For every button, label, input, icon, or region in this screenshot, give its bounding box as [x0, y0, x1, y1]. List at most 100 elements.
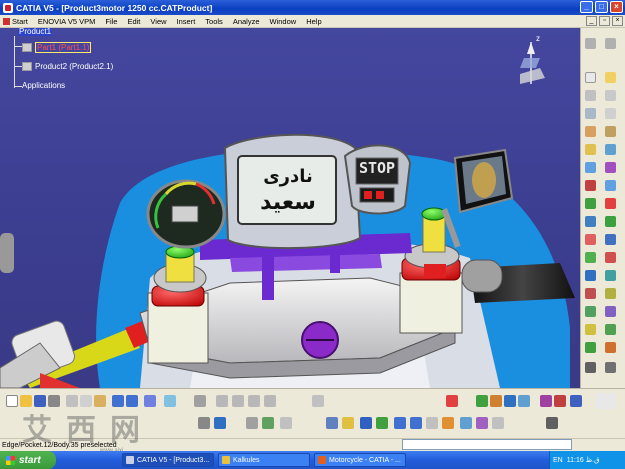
pocket-icon[interactable]: [605, 342, 616, 353]
split-icon[interactable]: [605, 306, 616, 317]
zoom-out-icon[interactable]: [410, 417, 422, 429]
points-icon[interactable]: [264, 395, 276, 407]
multi-instantiation-icon[interactable]: [605, 126, 616, 137]
sketcher-icon[interactable]: [216, 395, 228, 407]
hole-icon[interactable]: [605, 324, 616, 335]
tree-root-label: Product1: [18, 28, 53, 36]
graph-tree-icon[interactable]: [585, 180, 596, 191]
new-icon[interactable]: [6, 395, 18, 407]
catalog-icon[interactable]: [164, 395, 176, 407]
product-icon[interactable]: [585, 108, 596, 119]
link-icon[interactable]: [194, 395, 206, 407]
parameters-icon[interactable]: [262, 417, 274, 429]
snap-icon[interactable]: [585, 216, 596, 227]
tree-node-product2[interactable]: Product2 (Product2.1): [22, 62, 113, 71]
numbering-icon[interactable]: [605, 180, 616, 191]
swap-visible-icon[interactable]: [492, 417, 504, 429]
3d-viewport[interactable]: نادری سعید STOP z Product1 Part1 (Part1.…: [0, 28, 580, 388]
start-button[interactable]: start: [0, 451, 56, 469]
scene-icon[interactable]: [490, 395, 502, 407]
replace-icon[interactable]: [585, 162, 596, 173]
menu-insert[interactable]: Insert: [172, 17, 201, 26]
tree-node-part1[interactable]: Part1 (Part1.1): [22, 42, 92, 53]
normal-view-icon[interactable]: [426, 417, 438, 429]
measure-between-icon[interactable]: [570, 395, 582, 407]
menu-help[interactable]: Help: [301, 17, 326, 26]
menu-edit[interactable]: Edit: [122, 17, 145, 26]
grid-icon[interactable]: [446, 395, 458, 407]
doc-close-button[interactable]: ×: [612, 16, 623, 26]
sketch-icon[interactable]: [605, 38, 616, 49]
compass-widget: [520, 42, 545, 84]
close-button[interactable]: ×: [610, 1, 623, 13]
clash-icon[interactable]: [605, 362, 616, 373]
cursor-icon[interactable]: [585, 72, 596, 83]
doc-restore-button[interactable]: ▫: [599, 16, 610, 26]
zoom-in-icon[interactable]: [394, 417, 406, 429]
menu-analyze[interactable]: Analyze: [228, 17, 265, 26]
command-input[interactable]: [402, 439, 572, 450]
menu-bar: Start ENOVIA V5 VPM File Edit View Inser…: [0, 15, 625, 28]
sub-assembly-icon[interactable]: [605, 90, 616, 101]
maximize-button[interactable]: □: [595, 1, 608, 13]
change-constraint-icon[interactable]: [605, 288, 616, 299]
taskbar-item-motorcycle[interactable]: Motorcycle - CATIA - ...: [314, 453, 406, 467]
coincidence-constraint-icon[interactable]: [585, 252, 596, 263]
tree-node-product1[interactable]: Product1: [18, 28, 53, 36]
update-icon[interactable]: [585, 342, 596, 353]
distance-icon[interactable]: [518, 395, 530, 407]
fix-component-icon[interactable]: [585, 324, 596, 335]
reuse-pattern-icon[interactable]: [605, 216, 616, 227]
reorder-icon[interactable]: [605, 162, 616, 173]
bom-icon[interactable]: [476, 395, 488, 407]
fit-all-icon[interactable]: [342, 417, 354, 429]
flexible-icon[interactable]: [605, 234, 616, 245]
explode-icon[interactable]: [585, 234, 596, 245]
new-component-icon[interactable]: [585, 90, 596, 101]
angle-constraint-icon[interactable]: [585, 306, 596, 317]
offset-constraint-icon[interactable]: [585, 288, 596, 299]
part-insert-icon[interactable]: [585, 126, 596, 137]
tree-node-applications[interactable]: Applications: [22, 81, 65, 90]
menu-view[interactable]: View: [145, 17, 171, 26]
knowledge-icon[interactable]: [280, 417, 292, 429]
menu-tools[interactable]: Tools: [200, 17, 228, 26]
compass-reset-icon[interactable]: [312, 395, 324, 407]
sectioning-icon[interactable]: [554, 395, 566, 407]
pan-icon[interactable]: [360, 417, 372, 429]
menu-enovia[interactable]: ENOVIA V5 VPM: [33, 17, 101, 26]
dimension-icon[interactable]: [232, 395, 244, 407]
comment-icon[interactable]: [214, 417, 226, 429]
doc-minimize-button[interactable]: _: [586, 16, 597, 26]
section-icon[interactable]: [504, 395, 516, 407]
table-icon[interactable]: [246, 417, 258, 429]
formula-icon[interactable]: [198, 417, 210, 429]
menu-file[interactable]: File: [100, 17, 122, 26]
render-style-icon[interactable]: [460, 417, 472, 429]
stop-manipulate-icon[interactable]: [605, 198, 616, 209]
views-icon[interactable]: [442, 417, 454, 429]
fix-together-icon[interactable]: [605, 252, 616, 263]
workbench-icon[interactable]: [585, 38, 596, 49]
contact-constraint-icon[interactable]: [585, 270, 596, 281]
menu-start[interactable]: Start: [0, 17, 33, 26]
rotate-icon[interactable]: [376, 417, 388, 429]
fly-mode-icon[interactable]: [326, 417, 338, 429]
tree-node-product2-label: Product2 (Product2.1): [35, 62, 114, 71]
quick-constraint-icon[interactable]: [605, 270, 616, 281]
fast-multi-instantiation-icon[interactable]: [605, 144, 616, 155]
minimize-button[interactable]: _: [580, 1, 593, 13]
existing-component-icon[interactable]: [585, 144, 596, 155]
clash-analysis-icon[interactable]: [540, 395, 552, 407]
taskbar-item-catia[interactable]: CATIA V5 - [Product3...: [122, 453, 214, 467]
menu-window[interactable]: Window: [265, 17, 302, 26]
hide-show-icon[interactable]: [476, 417, 488, 429]
measure-icon[interactable]: [585, 362, 596, 373]
language-indicator[interactable]: EN: [553, 457, 563, 464]
smart-move-icon[interactable]: [605, 108, 616, 119]
material-icon[interactable]: [546, 417, 558, 429]
taskbar-item-kalkules[interactable]: Kalkules: [218, 453, 310, 467]
select-arrow-icon[interactable]: [605, 72, 616, 83]
manipulate-icon[interactable]: [585, 198, 596, 209]
axis-icon[interactable]: [248, 395, 260, 407]
